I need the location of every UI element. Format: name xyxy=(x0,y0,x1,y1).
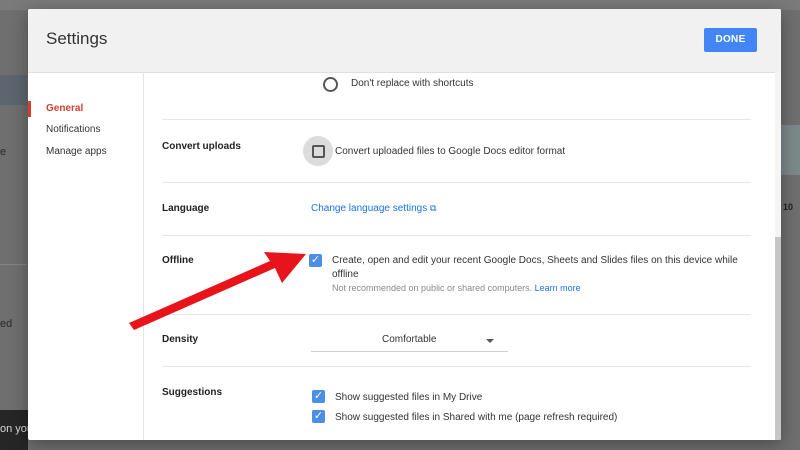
external-link-icon: ⧉ xyxy=(429,203,437,213)
divider xyxy=(162,314,751,315)
background-text-fragment: e xyxy=(0,146,7,158)
background-text-fragment: ed xyxy=(0,318,13,330)
active-item-marker xyxy=(28,101,31,117)
background-right-panel xyxy=(781,125,800,175)
background-divider xyxy=(0,264,27,265)
dialog-title: Settings xyxy=(46,29,108,48)
offline-text-line2: offline xyxy=(332,269,359,280)
settings-sidebar: General Notifications Manage apps xyxy=(28,72,144,440)
dialog-header: Settings DONE xyxy=(28,9,781,73)
suggest-my-drive-text: Show suggested files in My Drive xyxy=(335,392,483,403)
dropdown-underline xyxy=(311,351,508,352)
chevron-down-icon[interactable] xyxy=(486,339,494,343)
background-left-block xyxy=(0,75,27,105)
convert-uploads-checkbox[interactable] xyxy=(312,145,325,158)
sidebar-item-manage-apps[interactable]: Manage apps xyxy=(46,146,107,157)
divider xyxy=(162,235,751,236)
done-button[interactable]: DONE xyxy=(704,28,757,52)
settings-dialog: Settings DONE General Notifications Mana… xyxy=(28,9,781,440)
suggestions-label: Suggestions xyxy=(162,387,223,398)
offline-label: Offline xyxy=(162,255,194,266)
offline-note-text: Not recommended on public or shared comp… xyxy=(332,283,533,293)
suggest-my-drive-checkbox[interactable]: ✓ xyxy=(312,390,325,403)
divider xyxy=(162,182,751,183)
learn-more-link[interactable]: Learn more xyxy=(535,283,581,293)
divider xyxy=(162,119,751,120)
suggest-shared-text: Show suggested files in Shared with me (… xyxy=(335,412,618,423)
radio-dont-replace-shortcuts[interactable] xyxy=(323,77,338,92)
suggest-shared-checkbox[interactable]: ✓ xyxy=(312,410,325,423)
radio-label: Don't replace with shortcuts xyxy=(351,78,474,89)
density-label: Density xyxy=(162,334,199,345)
offline-note: Not recommended on public or shared comp… xyxy=(332,283,581,293)
settings-content: Don't replace with shortcuts Convert upl… xyxy=(143,72,781,440)
density-select[interactable]: Comfortable xyxy=(382,334,436,345)
change-language-link-text: Change language settings xyxy=(311,203,428,214)
background-text-fragment: 10 xyxy=(783,202,794,212)
sidebar-item-general[interactable]: General xyxy=(46,103,83,114)
offline-checkbox[interactable]: ✓ xyxy=(309,254,322,267)
change-language-link[interactable]: Change language settings ⧉ xyxy=(311,203,436,214)
background-snackbar-text: on you xyxy=(0,423,28,435)
convert-uploads-text: Convert uploaded files to Google Docs ed… xyxy=(335,146,566,157)
offline-text-line1: Create, open and edit your recent Google… xyxy=(332,255,738,266)
sidebar-item-notifications[interactable]: Notifications xyxy=(46,124,100,135)
language-label: Language xyxy=(162,203,210,214)
divider xyxy=(162,366,751,367)
scrollbar-thumb[interactable] xyxy=(775,237,781,440)
convert-uploads-label: Convert uploads xyxy=(162,141,241,152)
